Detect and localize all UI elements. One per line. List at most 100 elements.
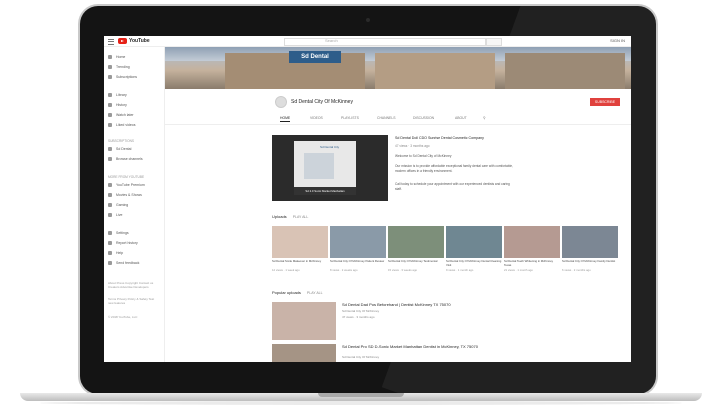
sidebar-label: Help bbox=[116, 251, 124, 255]
video-thumbnail[interactable] bbox=[272, 302, 336, 340]
video-title[interactable]: Sd Dental Pro SD D-Sonic Market Manhatta… bbox=[342, 344, 542, 349]
video-meta: 9 views · 1 month ago bbox=[446, 268, 474, 272]
subscriptions-icon bbox=[108, 75, 112, 80]
fire-icon bbox=[108, 65, 112, 70]
sidebar-label: Settings bbox=[116, 231, 129, 235]
video-title[interactable]: Sd Dental Dad Pos Beforehand | Dentist M… bbox=[342, 302, 542, 307]
video-title[interactable]: Sd Dental City Of McKinney Dental Cleani… bbox=[446, 259, 502, 267]
sidebar-item-home[interactable]: Home bbox=[108, 53, 162, 61]
tab-discussion[interactable]: DISCUSSION bbox=[413, 116, 434, 120]
signin-button[interactable]: SIGN IN bbox=[610, 38, 625, 43]
sidebar-label: Trending bbox=[116, 65, 130, 69]
sidebar-item-browse[interactable]: Browse channels bbox=[108, 155, 162, 163]
sidebar-label: Send feedback bbox=[116, 261, 140, 265]
footer-links[interactable]: About Press Copyright Contact us Creator… bbox=[108, 281, 160, 289]
gamepad-icon bbox=[108, 203, 112, 208]
video-title[interactable]: Sd Dental City Of McKinney Patient Revie… bbox=[330, 259, 386, 264]
sidebar-item-movies[interactable]: Movies & Shows bbox=[108, 191, 162, 199]
video-meta: 15 views · 3 weeks ago bbox=[388, 268, 418, 272]
sidebar-item-premium[interactable]: YouTube Premium bbox=[108, 181, 162, 189]
video-thumbnail[interactable] bbox=[330, 226, 386, 258]
search-channel-icon[interactable]: ⚲ bbox=[483, 116, 485, 120]
youtube-logo-icon[interactable] bbox=[118, 38, 127, 44]
video-thumbnail[interactable] bbox=[504, 226, 560, 258]
menu-icon[interactable] bbox=[108, 39, 114, 45]
sidebar-item-subscriptions[interactable]: Subscriptions bbox=[108, 73, 162, 81]
footer-links-2[interactable]: Terms Privacy Policy & Safety Test new f… bbox=[108, 297, 160, 305]
premium-icon bbox=[108, 183, 112, 188]
sidebar-item-channel[interactable]: Sd Dental bbox=[108, 145, 162, 153]
sidebar-item-live[interactable]: Live bbox=[108, 211, 162, 219]
video-frame: Sd Dental City bbox=[294, 141, 356, 187]
tab-playlists[interactable]: PLAYLISTS bbox=[341, 116, 359, 120]
sidebar-item-trending[interactable]: Trending bbox=[108, 63, 162, 71]
search-button[interactable] bbox=[486, 38, 502, 46]
banner-building bbox=[375, 53, 495, 89]
sidebar-label: YouTube Premium bbox=[116, 183, 145, 187]
uploads-heading: Uploads PLAY ALL bbox=[272, 214, 308, 219]
sidebar-label: Gaming bbox=[116, 203, 129, 207]
sidebar-label: Browse channels bbox=[116, 157, 143, 161]
play-all-button[interactable]: PLAY ALL bbox=[293, 215, 309, 219]
video-title[interactable]: Sd Dental Teeth Whitening in McKinney Te… bbox=[504, 259, 560, 267]
sidebar-item-watch-later[interactable]: Watch later bbox=[108, 111, 162, 119]
sidebar-section-heading: MORE FROM YOUTUBE bbox=[108, 175, 145, 179]
flag-icon bbox=[108, 241, 112, 246]
tab-about[interactable]: ABOUT bbox=[455, 116, 467, 120]
sidebar-item-help[interactable]: Help bbox=[108, 249, 162, 257]
video-title[interactable]: Sd Dental City Of McKinney Family Dentis… bbox=[562, 259, 618, 264]
search-input[interactable]: Search bbox=[284, 38, 486, 46]
video-thumbnail[interactable] bbox=[272, 344, 336, 362]
copyright: © 2018 YouTube, LLC bbox=[108, 315, 138, 319]
sidebar-item-report[interactable]: Report history bbox=[108, 239, 162, 247]
live-icon bbox=[108, 213, 112, 218]
subscribe-button[interactable]: SUBSCRIBE bbox=[590, 98, 620, 106]
library-icon bbox=[108, 93, 112, 98]
sidebar-label: Movies & Shows bbox=[116, 193, 142, 197]
video-thumbnail[interactable] bbox=[446, 226, 502, 258]
laptop-shadow bbox=[40, 401, 682, 405]
banner-sign: Sd Dental bbox=[289, 51, 341, 63]
laptop-notch bbox=[318, 393, 404, 397]
feedback-icon bbox=[108, 261, 112, 266]
featured-desc-2: Our mission is to provide affordable exc… bbox=[395, 164, 513, 173]
sidebar-item-library[interactable]: Library bbox=[108, 91, 162, 99]
sidebar-item-feedback[interactable]: Send feedback bbox=[108, 259, 162, 267]
camera-icon bbox=[366, 18, 370, 22]
sidebar-label: Subscriptions bbox=[116, 75, 138, 79]
video-thumbnail[interactable] bbox=[562, 226, 618, 258]
banner-building bbox=[505, 53, 625, 89]
plus-icon bbox=[108, 157, 112, 162]
play-all-button[interactable]: PLAY ALL bbox=[307, 291, 323, 295]
video-thumbnail[interactable] bbox=[388, 226, 444, 258]
uploads-title: Uploads bbox=[272, 214, 287, 219]
sidebar-label: Watch later bbox=[116, 113, 134, 117]
video-channel[interactable]: Sd Dental City Of McKinney bbox=[342, 355, 522, 359]
sidebar-item-gaming[interactable]: Gaming bbox=[108, 201, 162, 209]
featured-title[interactable]: Sd Dental Doll CDO Sunrise Dental Cosmet… bbox=[395, 136, 515, 141]
video-thumbnail[interactable] bbox=[272, 226, 328, 258]
tab-videos[interactable]: VIDEOS bbox=[310, 116, 323, 120]
sidebar-section-heading: SUBSCRIPTIONS bbox=[108, 139, 135, 143]
tab-channels[interactable]: CHANNELS bbox=[377, 116, 395, 120]
sidebar-label: Home bbox=[116, 55, 126, 59]
featured-desc-1: Welcome to Sd Dental City of McKinney bbox=[395, 154, 452, 158]
video-meta: 8 views · 2 weeks ago bbox=[330, 268, 358, 272]
featured-video-player[interactable]: Sd Dental City Sd 2.0 Sonic Market Manha… bbox=[272, 135, 388, 201]
laptop-base bbox=[0, 393, 722, 407]
video-title[interactable]: Sd Dental City Of McKinney Testimonial bbox=[388, 259, 444, 264]
sidebar-item-liked[interactable]: Liked videos bbox=[108, 121, 162, 129]
video-channel[interactable]: Sd Dental City Of McKinney bbox=[342, 309, 522, 313]
sidebar-item-settings[interactable]: Settings bbox=[108, 229, 162, 237]
video-meta: 12 views · 1 week ago bbox=[272, 268, 300, 272]
channel-avatar-icon bbox=[108, 147, 112, 152]
video-title[interactable]: Sd Dental Smile Makeover in McKinney bbox=[272, 259, 328, 264]
video-image bbox=[304, 153, 334, 179]
popular-heading: Popular uploads PLAY ALL bbox=[272, 290, 323, 295]
logo-text[interactable]: YouTube bbox=[129, 38, 150, 44]
tab-home[interactable]: HOME bbox=[280, 116, 291, 122]
home-icon bbox=[108, 55, 112, 60]
sidebar-item-history[interactable]: History bbox=[108, 101, 162, 109]
sidebar-label: Library bbox=[116, 93, 127, 97]
channel-avatar[interactable] bbox=[275, 96, 287, 108]
